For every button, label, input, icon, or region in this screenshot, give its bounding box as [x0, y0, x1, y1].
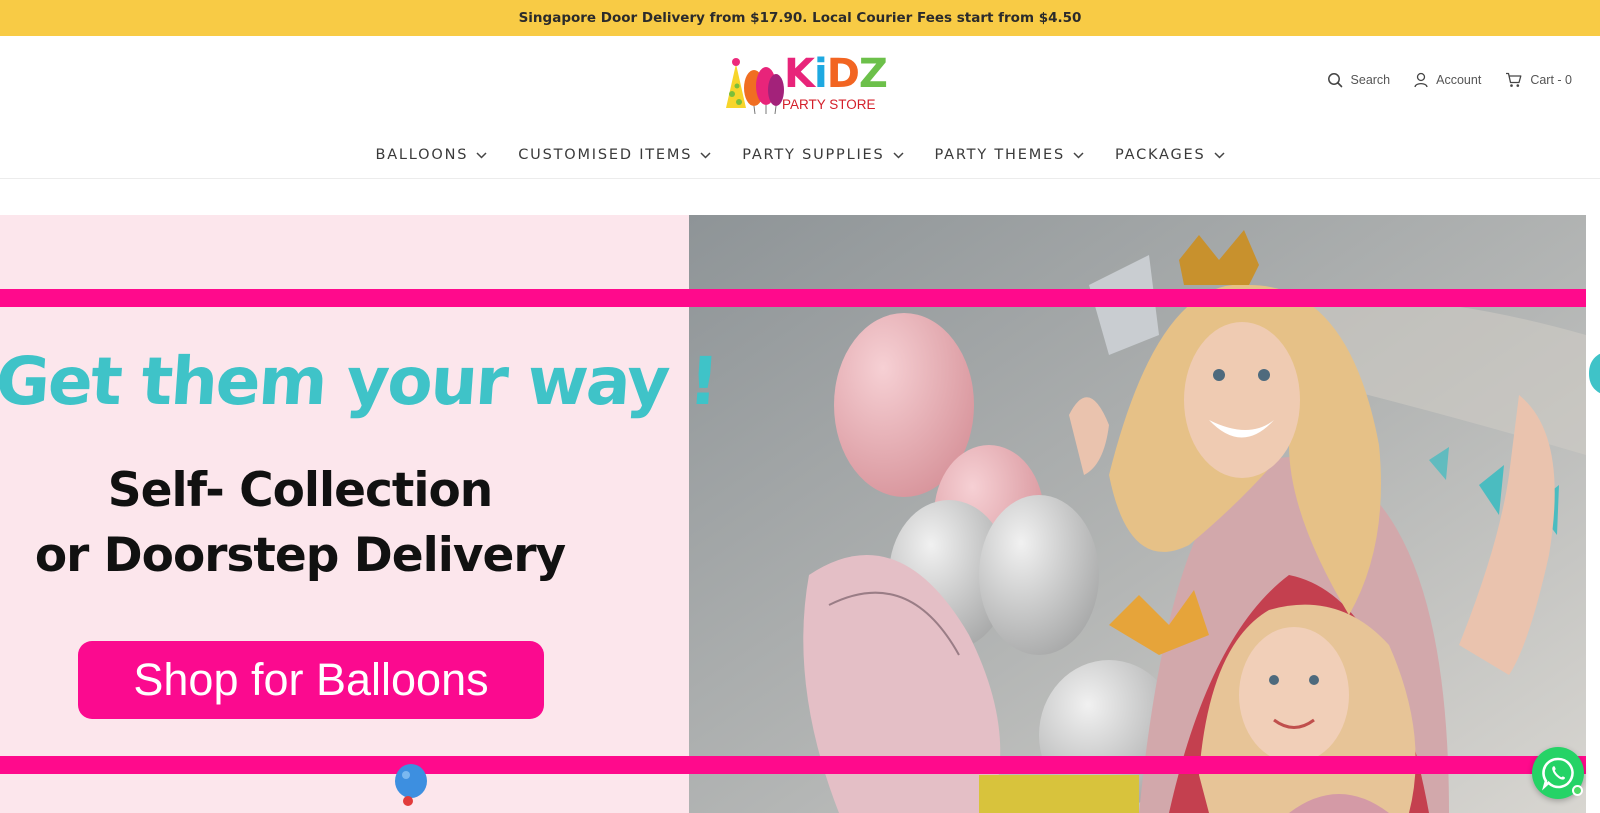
logo-letter: i	[814, 51, 828, 97]
chevron-down-icon	[892, 151, 904, 159]
nav-item-label: PARTY THEMES	[934, 147, 1065, 163]
account-label: Account	[1436, 73, 1482, 87]
main-nav: BALLOONS CUSTOMISED ITEMS PARTY SUPPLIES…	[0, 141, 1600, 169]
whatsapp-icon	[1542, 757, 1574, 791]
hero-headline: Get them your way !	[0, 343, 720, 420]
cart-icon	[1506, 72, 1522, 87]
hero-bottom-stripe	[0, 756, 1586, 774]
nav-item-label: BALLOONS	[375, 147, 469, 163]
online-status-dot	[1572, 785, 1583, 796]
balloon-decoration-icon	[395, 764, 427, 806]
header-utility-links: Search Account Cart - 0	[1327, 72, 1572, 88]
chevron-down-icon	[1073, 151, 1084, 159]
nav-item-customised-items[interactable]: CUSTOMISED ITEMS	[518, 141, 711, 169]
logo-wordmark: KiDZ	[784, 51, 888, 97]
search-icon	[1327, 73, 1342, 88]
chevron-down-icon	[1214, 151, 1225, 159]
nav-item-party-themes[interactable]: PARTY THEMES	[935, 141, 1084, 169]
announcement-bar: Singapore Door Delivery from $17.90. Loc…	[0, 0, 1600, 36]
next-slide-peek: G	[1586, 345, 1600, 405]
cart-label: Cart - 0	[1530, 73, 1572, 87]
shop-for-balloons-button[interactable]: Shop for Balloons	[78, 641, 544, 719]
whatsapp-button[interactable]	[1532, 747, 1584, 799]
cart-link[interactable]: Cart - 0	[1505, 72, 1572, 88]
hero-banner[interactable]: Get them your way ! Self- Collection or …	[0, 215, 1586, 813]
hero-top-stripe	[0, 289, 1586, 307]
hero-line-doorstep-delivery: or Doorstep Delivery	[34, 528, 566, 583]
logo-subtitle: PARTY STORE	[782, 97, 876, 112]
balloons-logo-icon	[726, 58, 784, 115]
search-link[interactable]: Search	[1327, 72, 1391, 88]
account-link[interactable]: Account	[1414, 72, 1481, 88]
announcement-text: Singapore Door Delivery from $17.90. Loc…	[518, 10, 1082, 26]
logo-letter: D	[826, 51, 860, 97]
logo-letter: Z	[858, 51, 888, 97]
nav-item-party-supplies[interactable]: PARTY SUPPLIES	[742, 141, 904, 169]
chevron-down-icon	[700, 151, 711, 159]
chevron-down-icon	[476, 151, 487, 159]
hero-line-self-collection: Self- Collection	[107, 463, 493, 518]
store-logo[interactable]: KiDZ PARTY STORE	[722, 50, 888, 116]
nav-item-balloons[interactable]: BALLOONS	[375, 141, 487, 169]
logo-letter: K	[784, 51, 815, 97]
nav-item-label: CUSTOMISED ITEMS	[518, 147, 693, 163]
nav-item-label: PACKAGES	[1115, 147, 1206, 163]
site-header: KiDZ PARTY STORE Search Account Cart - 0…	[0, 36, 1600, 179]
nav-item-packages[interactable]: PACKAGES	[1115, 141, 1225, 169]
search-label: Search	[1350, 73, 1391, 87]
user-icon	[1414, 72, 1428, 88]
nav-item-label: PARTY SUPPLIES	[742, 147, 885, 163]
